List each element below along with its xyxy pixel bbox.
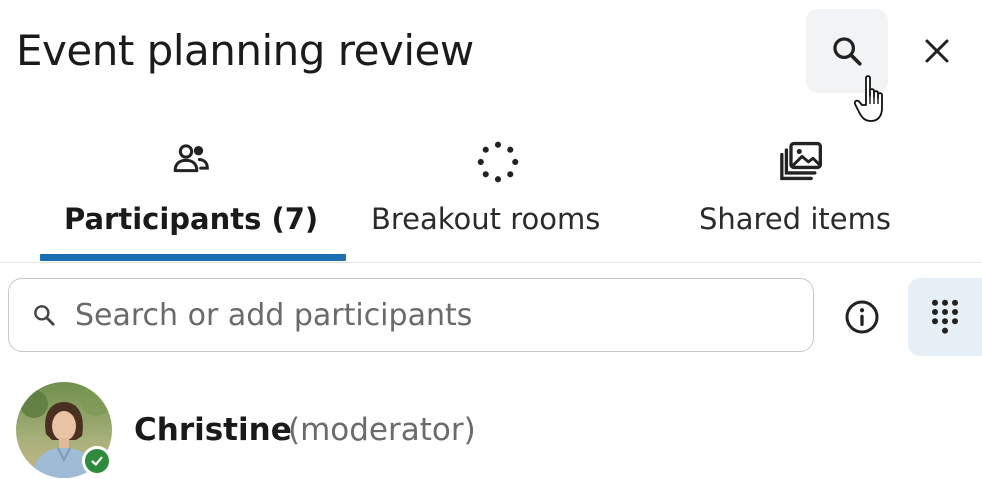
divider — [0, 262, 982, 263]
info-button[interactable] — [838, 293, 886, 341]
shared-items-icon — [780, 141, 822, 181]
close-button[interactable] — [912, 26, 962, 76]
dialpad-button[interactable] — [908, 278, 982, 356]
participant-row[interactable]: Christine (moderator) — [16, 382, 716, 478]
tab-label: Breakout rooms — [371, 202, 601, 236]
search-icon — [833, 37, 862, 66]
close-icon — [925, 39, 949, 63]
people-icon — [173, 144, 209, 173]
page-title: Event planning review — [16, 26, 474, 75]
tab-shared-items[interactable]: Shared items — [699, 134, 909, 264]
search-input[interactable] — [75, 297, 755, 333]
hand-cursor-icon — [854, 75, 883, 122]
tab-label: Shared items — [699, 202, 891, 236]
breakout-rooms-icon — [477, 141, 519, 183]
search-icon — [31, 302, 57, 328]
tab-breakout-rooms[interactable]: Breakout rooms — [371, 134, 627, 264]
participant-role: (moderator) — [288, 412, 476, 448]
participant-search-box[interactable] — [8, 278, 814, 352]
dialpad-icon — [932, 299, 958, 334]
participant-name: Christine — [134, 412, 292, 448]
tab-label: Participants (7) — [64, 202, 319, 236]
info-icon — [845, 300, 879, 334]
tab-participants[interactable]: Participants (7) — [64, 134, 324, 264]
presence-available-icon — [82, 446, 112, 476]
active-tab-indicator — [40, 254, 346, 261]
tab-bar: Participants (7) Breakout rooms Shared i… — [0, 134, 982, 264]
